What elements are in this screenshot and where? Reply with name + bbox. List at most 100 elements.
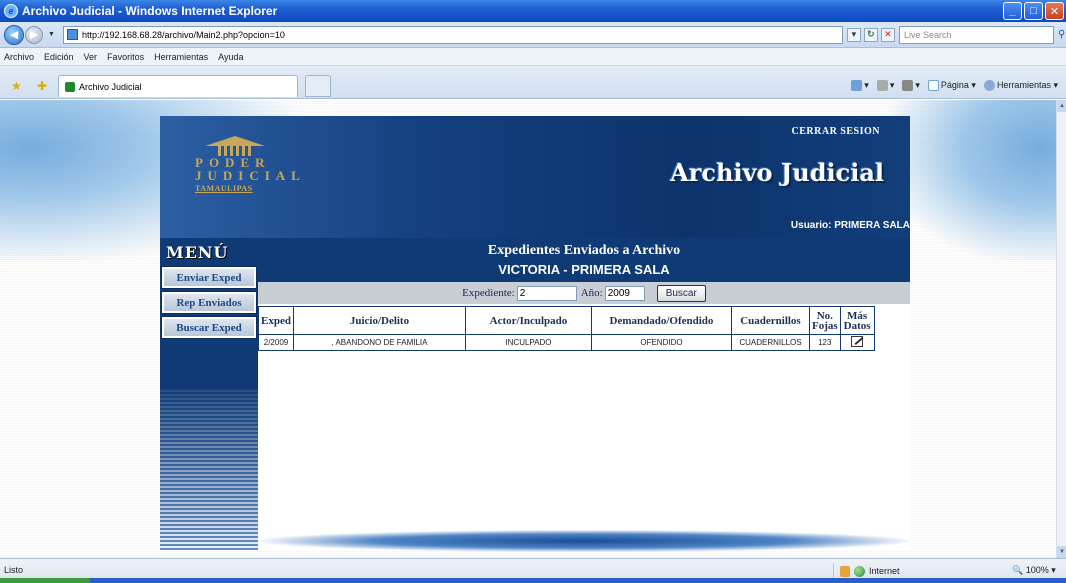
url-dropdown-icon[interactable]: ▾: [846, 27, 861, 42]
tab-archivo-judicial[interactable]: Archivo Judicial: [58, 75, 298, 97]
home-icon: [851, 80, 863, 92]
url-text: http://192.168.68.28/archivo/Main2.php?o…: [81, 29, 285, 40]
history-dropdown-icon[interactable]: ▼: [48, 31, 55, 38]
logo-line3: TAMAULIPAS: [195, 184, 253, 193]
tools-menu-button[interactable]: Herramientas ▾: [983, 80, 1058, 92]
feeds-icon: [876, 80, 888, 92]
cell-no-fojas: 123: [808, 334, 841, 351]
user-info: Usuario: PRIMERA SALA: [791, 220, 910, 231]
anio-label: Año:: [580, 287, 603, 299]
print-icon: [902, 80, 914, 92]
cell-cuadernillos: CUADERNILLOS: [730, 334, 810, 351]
user-name: PRIMERA SALA: [834, 220, 910, 231]
edit-details-icon[interactable]: [851, 336, 864, 347]
taskbar-strip: [0, 578, 1066, 583]
search-icon[interactable]: ⚲: [1058, 29, 1065, 40]
refresh-button[interactable]: ↻: [863, 27, 878, 42]
menu-edicion[interactable]: Edición: [44, 52, 74, 62]
table-header-row: Exped Juicio/Delito Actor/Inculpado Dema…: [258, 306, 875, 335]
anio-input[interactable]: [604, 285, 645, 301]
search-placeholder: Live Search: [903, 29, 952, 40]
favorites-star-icon[interactable]: ★: [11, 79, 22, 93]
stop-button[interactable]: ✕: [880, 27, 895, 42]
background-right-glow: [886, 100, 1056, 260]
globe-icon: [854, 565, 865, 577]
logo-roof: [205, 136, 265, 146]
menu-ayuda[interactable]: Ayuda: [218, 52, 243, 62]
zone-label: Internet: [869, 566, 900, 576]
ie-logo-icon: e: [4, 4, 18, 18]
gear-icon: [983, 80, 995, 92]
col-mas-datos: Más Datos: [839, 306, 875, 335]
expediente-label: Expediente:: [462, 287, 515, 299]
minimize-button[interactable]: _: [1003, 2, 1022, 20]
menu-enviar-exped-button[interactable]: Enviar Exped: [161, 266, 257, 289]
cell-demandado-ofendido: OFENDIDO: [590, 334, 732, 351]
menu-archivo[interactable]: Archivo: [4, 52, 34, 62]
search-form: Expediente: Año: Buscar: [258, 282, 910, 304]
col-cuadernillos: Cuadernillos: [730, 306, 810, 335]
content-title: Expedientes Enviados a Archivo: [487, 243, 681, 258]
forward-button[interactable]: ▶: [25, 25, 43, 44]
cell-exped: 2/2009: [258, 334, 294, 351]
back-button[interactable]: ◀: [4, 24, 24, 45]
vertical-scrollbar[interactable]: ▲ ▼: [1056, 100, 1066, 558]
page-icon: [66, 29, 78, 40]
menu-buscar-exped-button[interactable]: Buscar Exped: [161, 316, 257, 339]
page-menu-icon: [927, 80, 939, 92]
cell-juicio-delito: , ABANDONO DE FAMILIA: [292, 334, 466, 351]
col-no-fojas: No. Fojas: [808, 306, 841, 335]
menu-ver[interactable]: Ver: [84, 52, 98, 62]
user-label: Usuario:: [790, 220, 832, 231]
window-titlebar: e Archivo Judicial - Windows Internet Ex…: [0, 0, 1066, 22]
content-header: Expedientes Enviados a Archivo VICTORIA …: [258, 238, 910, 282]
col-juicio-delito: Juicio/Delito: [292, 306, 466, 335]
add-favorites-icon[interactable]: ✚: [37, 79, 47, 93]
feeds-button[interactable]: ▾: [876, 80, 894, 92]
menu-title: MENÚ: [166, 243, 229, 262]
tab-bar: ★ ✚ Archivo Judicial ▾ ▾ ▾ Página ▾ Herr…: [0, 66, 1066, 99]
expediente-input[interactable]: [516, 285, 577, 301]
content-subtitle: VICTORIA - PRIMERA SALA: [498, 262, 670, 277]
url-input[interactable]: http://192.168.68.28/archivo/Main2.php?o…: [62, 25, 843, 44]
app-title: Archivo Judicial: [670, 158, 884, 187]
col-actor-inculpado: Actor/Inculpado: [464, 306, 592, 335]
tab-page-icon: [65, 81, 75, 92]
col-demandado-ofendido: Demandado/Ofendido: [590, 306, 732, 335]
scroll-down-arrow-icon[interactable]: ▼: [1057, 546, 1066, 558]
new-tab-button[interactable]: [305, 75, 331, 97]
menu-bar: Archivo Edición Ver Favoritos Herramient…: [0, 48, 1066, 66]
table-row: 2/2009 , ABANDONO DE FAMILIA INCULPADO O…: [258, 334, 875, 351]
protected-mode-icon: [840, 565, 850, 577]
poder-judicial-logo: PODER JUDICIAL TAMAULIPAS: [190, 130, 306, 222]
buscar-button[interactable]: Buscar: [656, 284, 706, 302]
print-button[interactable]: ▾: [902, 80, 920, 92]
cell-actor-inculpado: INCULPADO: [464, 334, 592, 351]
logout-link[interactable]: CERRAR SESION: [792, 126, 880, 137]
search-input[interactable]: Live Search: [898, 25, 1054, 44]
menu-favoritos[interactable]: Favoritos: [107, 52, 144, 62]
home-button[interactable]: ▾: [851, 80, 869, 92]
close-button[interactable]: ✕: [1045, 2, 1064, 20]
sidebar-fade: [160, 388, 258, 550]
sidebar: MENÚ Enviar Exped Rep Enviados Buscar Ex…: [160, 238, 258, 550]
menu-herramientas[interactable]: Herramientas: [154, 52, 208, 62]
page-menu-button[interactable]: Página ▾: [927, 80, 976, 92]
window-title: Archivo Judicial - Windows Internet Expl…: [22, 4, 278, 18]
url-controls: ▾ ↻ ✕: [846, 27, 895, 42]
col-exped: Exped: [258, 306, 294, 335]
footer-wave: [258, 530, 910, 552]
status-text: Listo: [4, 565, 24, 575]
security-zone[interactable]: Internet: [833, 563, 900, 579]
logo-line2: JUDICIAL: [195, 168, 306, 183]
maximize-button[interactable]: □: [1024, 2, 1043, 20]
scroll-up-arrow-icon[interactable]: ▲: [1057, 100, 1066, 112]
cell-mas-datos: [839, 334, 875, 351]
window-controls: _ □ ✕: [1003, 2, 1064, 20]
command-bar: ▾ ▾ ▾ Página ▾ Herramientas ▾: [851, 80, 1058, 92]
menu-rep-enviados-button[interactable]: Rep Enviados: [161, 291, 257, 314]
main-content: Expedientes Enviados a Archivo VICTORIA …: [258, 238, 910, 550]
tab-label: Archivo Judicial: [79, 81, 142, 92]
address-bar: ◀ ▶ ▼ http://192.168.68.28/archivo/Main2…: [0, 22, 1066, 48]
zoom-level[interactable]: 🔍 100% ▾: [1012, 565, 1056, 576]
